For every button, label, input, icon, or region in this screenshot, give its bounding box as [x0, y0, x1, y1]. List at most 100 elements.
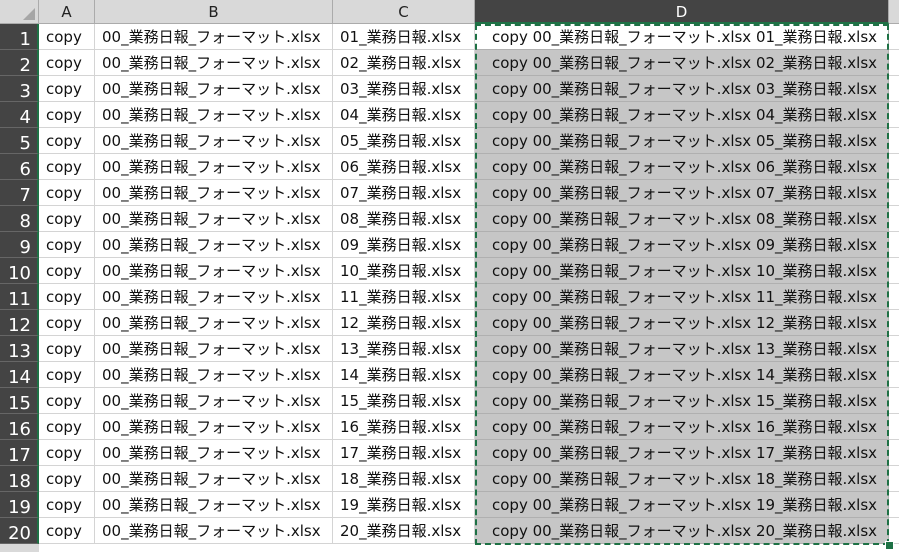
cell-a[interactable]: copy — [39, 388, 95, 414]
cell-e-partial[interactable] — [889, 310, 899, 336]
row-header[interactable]: 17 — [0, 440, 39, 466]
row-header[interactable]: 19 — [0, 492, 39, 518]
cell-e-partial[interactable] — [889, 154, 899, 180]
select-all-corner[interactable] — [0, 0, 39, 24]
cell-d[interactable]: copy 00_業務日報_フォーマット.xlsx 16_業務日報.xlsx — [475, 414, 889, 440]
cell-c[interactable]: 16_業務日報.xlsx — [333, 414, 475, 440]
cell-c[interactable]: 14_業務日報.xlsx — [333, 362, 475, 388]
cell-e-partial[interactable] — [889, 336, 899, 362]
cell-d[interactable]: copy 00_業務日報_フォーマット.xlsx 19_業務日報.xlsx — [475, 492, 889, 518]
cell-c[interactable]: 15_業務日報.xlsx — [333, 388, 475, 414]
cell-d[interactable]: copy 00_業務日報_フォーマット.xlsx 07_業務日報.xlsx — [475, 180, 889, 206]
cell-d[interactable]: copy 00_業務日報_フォーマット.xlsx 08_業務日報.xlsx — [475, 206, 889, 232]
cell-a[interactable]: copy — [39, 466, 95, 492]
cell-d[interactable]: copy 00_業務日報_フォーマット.xlsx 01_業務日報.xlsx — [475, 24, 889, 50]
row-header[interactable]: 2 — [0, 50, 39, 76]
cell-d[interactable]: copy 00_業務日報_フォーマット.xlsx 06_業務日報.xlsx — [475, 154, 889, 180]
cell-a[interactable]: copy — [39, 76, 95, 102]
cell-a[interactable]: copy — [39, 128, 95, 154]
cell-d[interactable]: copy 00_業務日報_フォーマット.xlsx 13_業務日報.xlsx — [475, 336, 889, 362]
cell-a[interactable]: copy — [39, 232, 95, 258]
cell-b[interactable]: 00_業務日報_フォーマット.xlsx — [95, 76, 333, 102]
cell-d[interactable]: copy 00_業務日報_フォーマット.xlsx 15_業務日報.xlsx — [475, 388, 889, 414]
cell-b[interactable]: 00_業務日報_フォーマット.xlsx — [95, 206, 333, 232]
cell-a[interactable]: copy — [39, 206, 95, 232]
cell-b[interactable]: 00_業務日報_フォーマット.xlsx — [95, 310, 333, 336]
row-header[interactable]: 20 — [0, 518, 39, 544]
cell-d[interactable]: copy 00_業務日報_フォーマット.xlsx 14_業務日報.xlsx — [475, 362, 889, 388]
cell-c[interactable]: 07_業務日報.xlsx — [333, 180, 475, 206]
cell-d[interactable]: copy 00_業務日報_フォーマット.xlsx 04_業務日報.xlsx — [475, 102, 889, 128]
cell-b[interactable]: 00_業務日報_フォーマット.xlsx — [95, 102, 333, 128]
row-header-21-partial[interactable] — [0, 544, 39, 552]
cell-e-partial[interactable] — [889, 180, 899, 206]
cell-e-partial[interactable] — [889, 76, 899, 102]
row-header[interactable]: 13 — [0, 336, 39, 362]
row-header[interactable]: 10 — [0, 258, 39, 284]
column-header-e-partial[interactable] — [889, 0, 899, 24]
row-header[interactable]: 4 — [0, 102, 39, 128]
row-header[interactable]: 18 — [0, 466, 39, 492]
cell-e-partial[interactable] — [889, 50, 899, 76]
cell-b[interactable]: 00_業務日報_フォーマット.xlsx — [95, 336, 333, 362]
cell-b[interactable]: 00_業務日報_フォーマット.xlsx — [95, 232, 333, 258]
cell-a[interactable]: copy — [39, 310, 95, 336]
cell-d[interactable]: copy 00_業務日報_フォーマット.xlsx 03_業務日報.xlsx — [475, 76, 889, 102]
cell-a[interactable]: copy — [39, 284, 95, 310]
cell-e-partial[interactable] — [889, 284, 899, 310]
cell-b[interactable]: 00_業務日報_フォーマット.xlsx — [95, 50, 333, 76]
cell-e-partial[interactable] — [889, 24, 899, 50]
cell-c[interactable]: 02_業務日報.xlsx — [333, 50, 475, 76]
cell-a[interactable]: copy — [39, 180, 95, 206]
row-header[interactable]: 12 — [0, 310, 39, 336]
cell-e-partial[interactable] — [889, 232, 899, 258]
cell-c[interactable]: 20_業務日報.xlsx — [333, 518, 475, 544]
cell-c[interactable]: 11_業務日報.xlsx — [333, 284, 475, 310]
cell-a[interactable]: copy — [39, 414, 95, 440]
row-header[interactable]: 6 — [0, 154, 39, 180]
column-header-a[interactable]: A — [39, 0, 95, 24]
row-header[interactable]: 9 — [0, 232, 39, 258]
cell-c[interactable]: 01_業務日報.xlsx — [333, 24, 475, 50]
cell-b[interactable]: 00_業務日報_フォーマット.xlsx — [95, 284, 333, 310]
cell-d[interactable]: copy 00_業務日報_フォーマット.xlsx 05_業務日報.xlsx — [475, 128, 889, 154]
fill-handle[interactable] — [885, 541, 894, 550]
cell-e-partial[interactable] — [889, 388, 899, 414]
cell-a[interactable]: copy — [39, 492, 95, 518]
cell-d[interactable]: copy 00_業務日報_フォーマット.xlsx 11_業務日報.xlsx — [475, 284, 889, 310]
row-header[interactable]: 16 — [0, 414, 39, 440]
cell-c[interactable]: 08_業務日報.xlsx — [333, 206, 475, 232]
cell-b[interactable]: 00_業務日報_フォーマット.xlsx — [95, 388, 333, 414]
cell-a[interactable]: copy — [39, 50, 95, 76]
cell-c[interactable]: 18_業務日報.xlsx — [333, 466, 475, 492]
cell-b[interactable]: 00_業務日報_フォーマット.xlsx — [95, 128, 333, 154]
cell-b[interactable]: 00_業務日報_フォーマット.xlsx — [95, 154, 333, 180]
row-header[interactable]: 15 — [0, 388, 39, 414]
cell-c[interactable]: 17_業務日報.xlsx — [333, 440, 475, 466]
cell-d[interactable]: copy 00_業務日報_フォーマット.xlsx 17_業務日報.xlsx — [475, 440, 889, 466]
cell-b[interactable]: 00_業務日報_フォーマット.xlsx — [95, 362, 333, 388]
cell-d[interactable]: copy 00_業務日報_フォーマット.xlsx 10_業務日報.xlsx — [475, 258, 889, 284]
cell-e-partial[interactable] — [889, 414, 899, 440]
cell-a[interactable]: copy — [39, 336, 95, 362]
cell-c[interactable]: 03_業務日報.xlsx — [333, 76, 475, 102]
cell-b[interactable]: 00_業務日報_フォーマット.xlsx — [95, 440, 333, 466]
cell-c[interactable]: 10_業務日報.xlsx — [333, 258, 475, 284]
cell-d[interactable]: copy 00_業務日報_フォーマット.xlsx 02_業務日報.xlsx — [475, 50, 889, 76]
row-header[interactable]: 8 — [0, 206, 39, 232]
cell-d[interactable]: copy 00_業務日報_フォーマット.xlsx 09_業務日報.xlsx — [475, 232, 889, 258]
cell-b[interactable]: 00_業務日報_フォーマット.xlsx — [95, 180, 333, 206]
column-header-d[interactable]: D — [475, 0, 889, 24]
cell-a[interactable]: copy — [39, 154, 95, 180]
cell-c[interactable]: 04_業務日報.xlsx — [333, 102, 475, 128]
cell-a[interactable]: copy — [39, 440, 95, 466]
cell-a[interactable]: copy — [39, 518, 95, 544]
cell-e-partial[interactable] — [889, 102, 899, 128]
row-header[interactable]: 5 — [0, 128, 39, 154]
cell-e-partial[interactable] — [889, 128, 899, 154]
cell-e-partial[interactable] — [889, 258, 899, 284]
cell-a[interactable]: copy — [39, 362, 95, 388]
row-header[interactable]: 1 — [0, 24, 39, 50]
row-header[interactable]: 14 — [0, 362, 39, 388]
column-header-c[interactable]: C — [333, 0, 475, 24]
